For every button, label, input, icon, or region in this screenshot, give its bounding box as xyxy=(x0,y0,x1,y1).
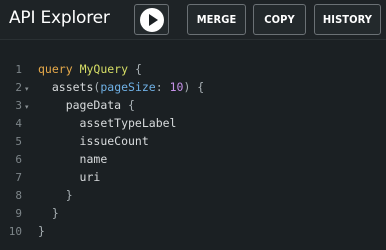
punctuation-token: } xyxy=(65,188,73,202)
play-icon xyxy=(140,8,164,32)
app-title: API Explorer xyxy=(9,8,110,28)
field-token: uri xyxy=(79,170,101,184)
field-token: assetTypeLabel xyxy=(79,116,177,130)
punctuation-token: } xyxy=(38,224,45,238)
copy-button[interactable]: COPY xyxy=(253,4,306,35)
line-number: 4 xyxy=(15,117,22,130)
code-line: } xyxy=(38,188,73,202)
line-number: 1 xyxy=(15,63,22,76)
code-line: assets(pageSize: 10) { xyxy=(38,80,204,94)
line-number: 3 xyxy=(15,99,22,112)
code-line: query MyQuery { xyxy=(38,62,142,76)
query-editor[interactable]: 1 2 3 4 5 6 7 8 9 10 ▾ ▾ query MyQuery {… xyxy=(0,41,386,250)
punctuation-token: : xyxy=(155,80,170,94)
line-number: 6 xyxy=(15,153,22,166)
line-number: 2 xyxy=(15,81,22,94)
keyword-token: query xyxy=(38,62,73,76)
history-button[interactable]: HISTORY xyxy=(314,4,381,35)
fold-toggle-icon[interactable]: ▾ xyxy=(25,85,29,93)
toolbar: API Explorer MERGE COPY HISTORY xyxy=(0,0,386,40)
line-number: 5 xyxy=(15,135,22,148)
code-line: assetTypeLabel xyxy=(38,116,177,130)
code-line: } xyxy=(38,206,59,220)
field-token: issueCount xyxy=(79,134,149,148)
number-token: 10 xyxy=(169,80,184,94)
argument-name-token: pageSize xyxy=(100,80,156,94)
punctuation-token: } xyxy=(51,206,59,220)
line-number: 8 xyxy=(15,189,22,202)
punctuation-token: { xyxy=(128,62,142,76)
code-line: uri xyxy=(38,170,101,184)
punctuation-token: ) { xyxy=(183,80,205,94)
code-line: name xyxy=(38,152,108,166)
fold-toggle-icon[interactable]: ▾ xyxy=(25,103,29,111)
code-line: issueCount xyxy=(38,134,149,148)
code-line: pageData { xyxy=(38,98,135,112)
merge-button[interactable]: MERGE xyxy=(187,4,246,35)
field-token: pageData xyxy=(65,98,122,112)
line-number: 7 xyxy=(15,171,22,184)
punctuation-token: { xyxy=(121,98,135,112)
field-token: name xyxy=(79,152,108,166)
line-number: 10 xyxy=(8,225,22,238)
line-number: 9 xyxy=(15,207,22,220)
code-line: } xyxy=(38,224,45,238)
field-token: assets xyxy=(51,80,94,94)
operation-name-token: MyQuery xyxy=(79,62,129,76)
execute-query-button[interactable] xyxy=(134,4,169,35)
